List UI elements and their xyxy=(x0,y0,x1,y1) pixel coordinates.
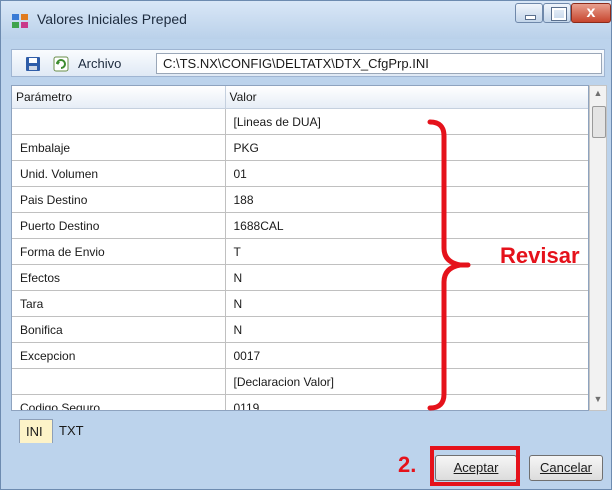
scroll-thumb[interactable] xyxy=(592,106,606,138)
parameter-cell[interactable]: Unid. Volumen xyxy=(12,160,226,187)
title-bar[interactable]: Valores Iniciales Preped x xyxy=(1,1,611,39)
column-header-parameter[interactable]: Parámetro xyxy=(12,86,226,109)
app-icon xyxy=(12,14,28,28)
minimize-button[interactable] xyxy=(515,3,543,23)
table-row[interactable]: Puerto Destino 1688CAL xyxy=(12,212,588,239)
accept-highlight-box xyxy=(430,446,520,486)
table-row[interactable]: [Lineas de DUA] xyxy=(12,108,588,135)
value-cell[interactable]: N xyxy=(225,290,588,317)
scroll-up-icon[interactable]: ▲ xyxy=(590,88,606,102)
cancel-button[interactable]: Cancelar xyxy=(529,455,603,481)
window-title: Valores Iniciales Preped xyxy=(37,11,187,27)
table-row[interactable]: Bonifica N xyxy=(12,316,588,343)
file-label: Archivo xyxy=(78,56,122,71)
table-row[interactable]: [Declaracion Valor] xyxy=(12,368,588,395)
review-label: Revisar xyxy=(500,243,580,268)
value-cell[interactable]: [Lineas de DUA] xyxy=(225,108,588,135)
file-path-field[interactable]: C:\TS.NX\CONFIG\DELTATX\DTX_CfgPrp.INI xyxy=(156,53,602,74)
table-row[interactable]: Pais Destino 188 xyxy=(12,186,588,213)
value-cell[interactable]: [Declaracion Valor] xyxy=(225,368,588,395)
parameter-cell[interactable] xyxy=(12,368,226,395)
value-cell[interactable]: 1688CAL xyxy=(225,212,588,239)
parameter-cell[interactable]: Bonifica xyxy=(12,316,226,343)
review-bracket-annotation xyxy=(427,119,471,411)
close-button[interactable]: x xyxy=(571,3,611,23)
toolbar: Archivo C:\TS.NX\CONFIG\DELTATX\DTX_CfgP… xyxy=(11,49,605,77)
step-number-label: 2. xyxy=(398,452,417,477)
table-header-row: Parámetro Valor xyxy=(12,86,588,109)
table-row[interactable]: Excepcion 0017 xyxy=(12,342,588,369)
save-icon[interactable] xyxy=(25,56,41,72)
tab-txt[interactable]: TXT xyxy=(53,419,97,443)
parameter-cell[interactable]: Embalaje xyxy=(12,134,226,161)
parameter-cell[interactable]: Tara xyxy=(12,290,226,317)
value-cell[interactable]: N xyxy=(225,316,588,343)
value-cell[interactable]: 01 xyxy=(225,160,588,187)
cancel-label: Cancelar xyxy=(539,460,593,475)
parameter-cell[interactable]: Forma de Envio xyxy=(12,238,226,265)
value-cell[interactable]: 188 xyxy=(225,186,588,213)
parameter-cell[interactable]: Pais Destino xyxy=(12,186,226,213)
close-icon: x xyxy=(586,4,596,21)
parameter-cell[interactable]: Puerto Destino xyxy=(12,212,226,239)
parameter-cell[interactable]: Codigo Seguro xyxy=(12,394,226,410)
value-cell[interactable]: PKG xyxy=(225,134,588,161)
parameter-cell[interactable]: Excepcion xyxy=(12,342,226,369)
column-header-value[interactable]: Valor xyxy=(225,86,588,109)
table-row[interactable]: Unid. Volumen 01 xyxy=(12,160,588,187)
table-row[interactable]: Codigo Seguro 0119 xyxy=(12,394,588,410)
parameter-cell[interactable]: Efectos xyxy=(12,264,226,291)
vertical-scrollbar[interactable]: ▲ ▼ xyxy=(589,85,607,411)
parameter-cell[interactable] xyxy=(12,108,226,135)
refresh-icon[interactable] xyxy=(53,56,69,72)
value-cell[interactable]: 0119 xyxy=(225,394,588,410)
table-row[interactable]: Tara N xyxy=(12,290,588,317)
maximize-button[interactable] xyxy=(543,3,571,23)
tab-ini[interactable]: INI xyxy=(19,419,53,443)
scroll-down-icon[interactable]: ▼ xyxy=(590,394,606,408)
table-row[interactable]: Embalaje PKG xyxy=(12,134,588,161)
value-cell[interactable]: 0017 xyxy=(225,342,588,369)
